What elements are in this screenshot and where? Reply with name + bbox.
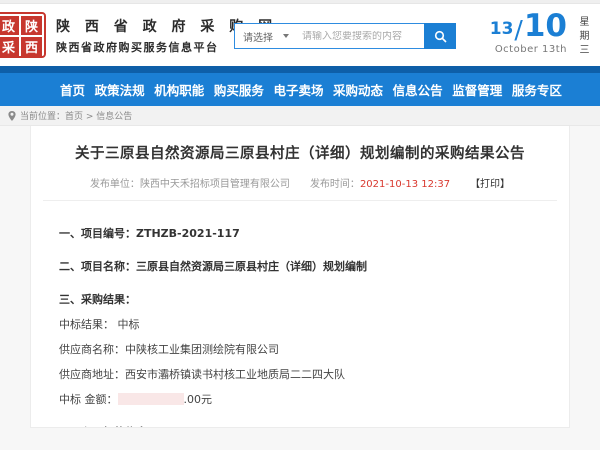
section-project-number: 一、项目编号：ZTHZB-2021-117 xyxy=(59,225,541,241)
bid-result-label: 中标结果： xyxy=(59,318,114,331)
date-widget: 13 / 10 October 13th 星期三 xyxy=(490,11,590,58)
nav-item-service-zone[interactable]: 服务专区 xyxy=(512,80,562,99)
date-month: 10 xyxy=(524,11,567,42)
date-slash: / xyxy=(514,17,522,42)
site-header: 政 陕 采 西 陕 西 省 政 府 采 购 网 陕西省政府购买服务信息平台 请选… xyxy=(0,4,600,66)
supplier-name-value: 中陕核工业集团测绘院有限公司 xyxy=(125,343,279,356)
print-button[interactable]: 【打印】 xyxy=(470,175,510,190)
bid-amount-label: 中标 金额： xyxy=(59,393,118,406)
date-weekday: 星期三 xyxy=(575,11,590,58)
nav-top-strip xyxy=(0,66,600,73)
section-project-name: 二、项目名称：三原县自然资源局三原县村庄（详细）规划编制 xyxy=(59,258,541,274)
supplier-name-label: 供应商名称： xyxy=(59,343,125,356)
divider xyxy=(43,200,557,201)
publish-time: 发布时间：2021-10-13 12:37 xyxy=(310,175,450,190)
project-name-value: 三原县自然资源局三原县村庄（详细）规划编制 xyxy=(136,260,367,273)
search-bar: 请选择 xyxy=(234,23,456,49)
search-category-select[interactable]: 请选择 xyxy=(235,29,297,44)
breadcrumb-label: 当前位置： xyxy=(20,109,65,122)
logo-char: 西 xyxy=(21,37,42,56)
section-main-subject-info: 四、主要标的信息 xyxy=(59,424,541,428)
bid-result-line: 中标结果： 中标 xyxy=(59,316,541,332)
nav-item-purchase-services[interactable]: 购买服务 xyxy=(214,80,264,99)
nav-item-supervision[interactable]: 监督管理 xyxy=(452,80,502,99)
location-pin-icon xyxy=(8,111,16,121)
main-nav: 首页 政策法规 机构职能 购买服务 电子卖场 采购动态 信息公告 监督管理 服务… xyxy=(0,73,600,106)
breadcrumb-path[interactable]: 首页 > 信息公告 xyxy=(65,109,132,122)
page: 政 陕 采 西 陕 西 省 政 府 采 购 网 陕西省政府购买服务信息平台 请选… xyxy=(0,0,600,450)
supplier-address-label: 供应商地址： xyxy=(59,368,125,381)
nav-item-e-marketplace[interactable]: 电子卖场 xyxy=(273,80,323,99)
project-number-label: 一、项目编号： xyxy=(59,227,136,240)
search-icon xyxy=(434,30,447,43)
project-name-label: 二、项目名称： xyxy=(59,260,136,273)
bid-result-value: 中标 xyxy=(118,318,140,331)
logo-char: 政 xyxy=(0,16,19,35)
main-content: 关于三原县自然资源局三原县村庄（详细）规划编制的采购结果公告 发布单位：陕西中天… xyxy=(0,126,600,428)
announcement-card: 关于三原县自然资源局三原县村庄（详细）规划编制的采购结果公告 发布单位：陕西中天… xyxy=(30,126,570,428)
supplier-address-value: 西安市灞桥镇读书村核工业地质局二二四大队 xyxy=(125,368,345,381)
bid-amount-suffix: .00元 xyxy=(184,393,213,406)
search-button[interactable] xyxy=(424,23,456,49)
nav-item-procurement-news[interactable]: 采购动态 xyxy=(333,80,383,99)
publish-time-label: 发布时间： xyxy=(310,179,360,190)
project-number-value: ZTHZB-2021-117 xyxy=(136,227,240,240)
supplier-name-line: 供应商名称：中陕核工业集团测绘院有限公司 xyxy=(59,341,541,357)
nav-item-policies[interactable]: 政策法规 xyxy=(95,80,145,99)
publisher-value: 陕西中天禾招标项目管理有限公司 xyxy=(140,179,290,190)
search-category-label: 请选择 xyxy=(243,29,273,44)
nav-item-functions[interactable]: 机构职能 xyxy=(154,80,204,99)
publisher: 发布单位：陕西中天禾招标项目管理有限公司 xyxy=(90,175,290,190)
supplier-address-line: 供应商地址：西安市灞桥镇读书村核工业地质局二二四大队 xyxy=(59,366,541,382)
search-input[interactable] xyxy=(297,31,424,42)
breadcrumb: 当前位置： 首页 > 信息公告 xyxy=(0,106,600,126)
date-day: 13 xyxy=(490,21,514,38)
doc-meta: 发布单位：陕西中天禾招标项目管理有限公司 发布时间：2021-10-13 12:… xyxy=(43,175,557,190)
site-logo[interactable]: 政 陕 采 西 xyxy=(0,12,46,58)
redacted-amount xyxy=(118,393,184,405)
bid-amount-line: 中标 金额： .00元 xyxy=(59,391,541,407)
publisher-label: 发布单位： xyxy=(90,179,140,190)
date-numbers: 13 / 10 xyxy=(490,11,567,42)
page-title: 关于三原县自然资源局三原县村庄（详细）规划编制的采购结果公告 xyxy=(43,142,557,163)
doc-body: 一、项目编号：ZTHZB-2021-117 二、项目名称：三原县自然资源局三原县… xyxy=(43,225,557,428)
chevron-down-icon xyxy=(283,34,289,38)
nav-item-home[interactable]: 首页 xyxy=(60,80,85,99)
logo-char: 采 xyxy=(0,37,19,56)
date-english: October 13th xyxy=(490,44,567,55)
logo-char: 陕 xyxy=(21,16,42,35)
section-procurement-result: 三、采购结果： xyxy=(59,291,541,307)
nav-item-announcements[interactable]: 信息公告 xyxy=(393,80,443,99)
publish-time-value: 2021-10-13 12:37 xyxy=(360,179,450,190)
